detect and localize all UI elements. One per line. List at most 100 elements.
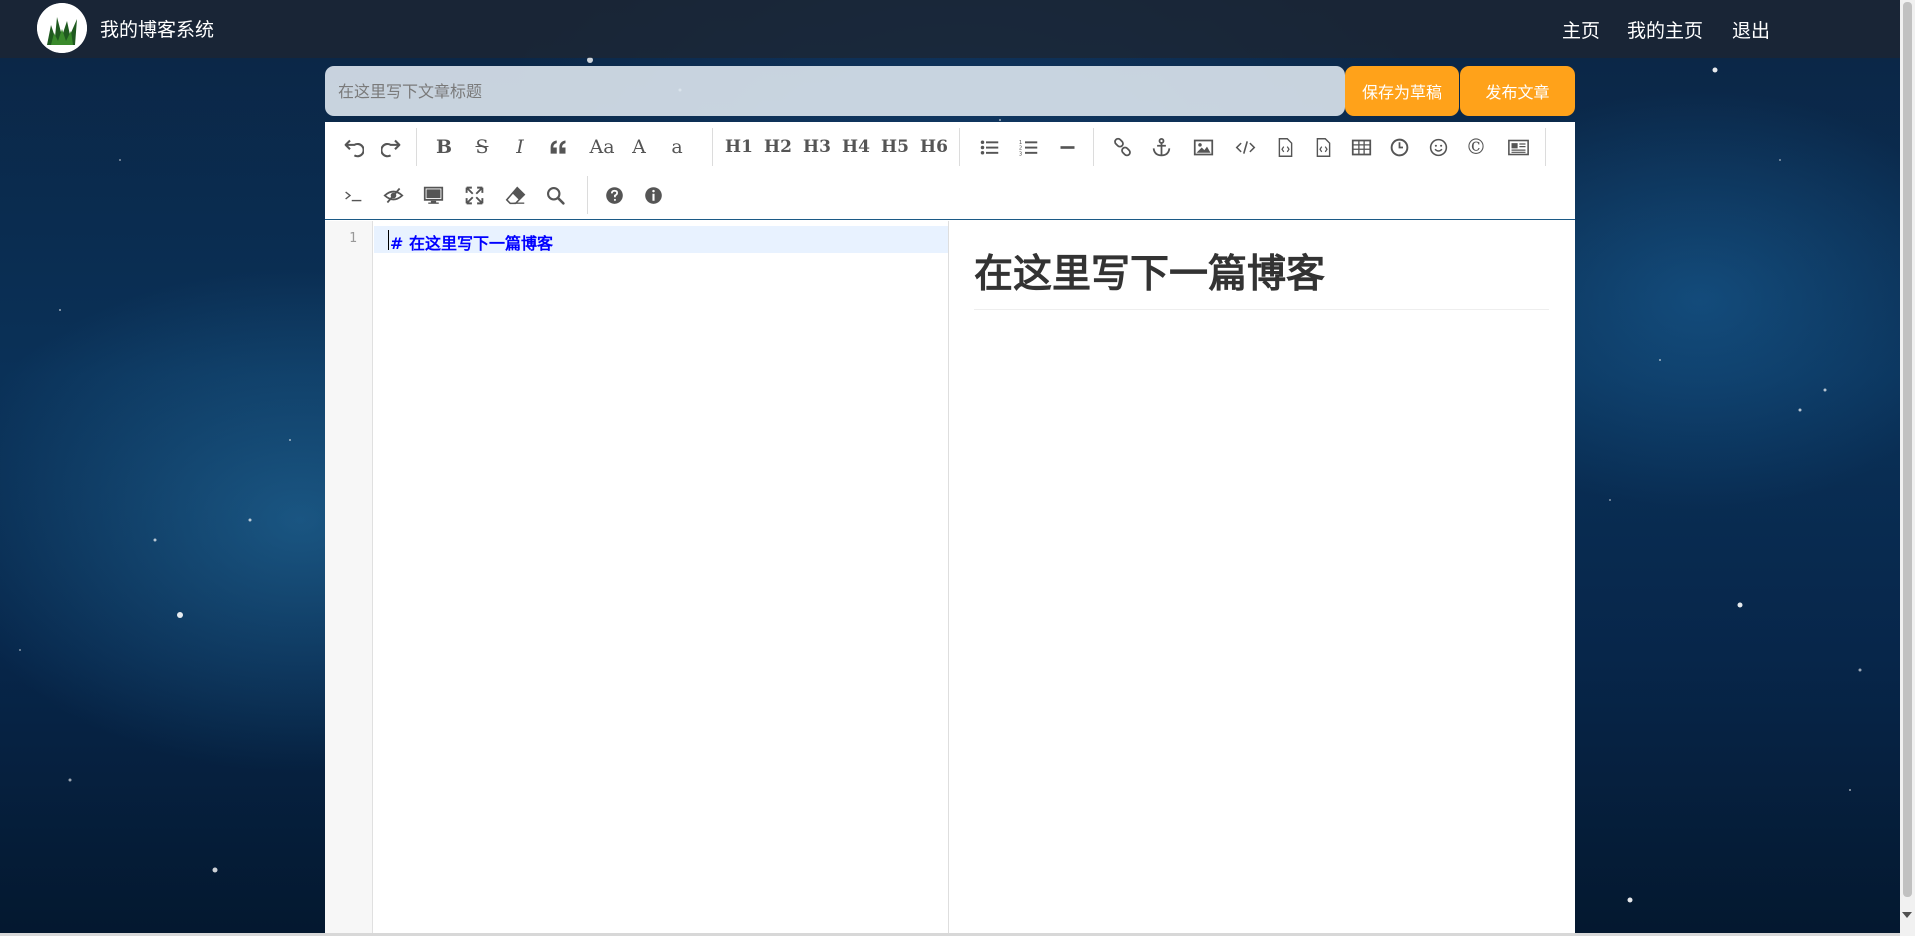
strikethrough-button[interactable]: S — [466, 131, 498, 163]
lowercase-button[interactable]: a — [661, 131, 693, 163]
info-button[interactable] — [637, 179, 669, 211]
h2-button[interactable]: H2 — [762, 131, 794, 163]
h3-button[interactable]: H3 — [801, 131, 833, 163]
h5-button[interactable]: H5 — [879, 131, 911, 163]
search-button[interactable] — [539, 179, 571, 211]
image-icon — [1193, 139, 1213, 155]
link-button[interactable] — [1106, 131, 1138, 163]
lowercase-icon: a — [671, 136, 683, 158]
help-icon — [605, 186, 623, 204]
goto-line-icon — [344, 190, 361, 201]
brand-title: 我的博客系统 — [100, 19, 215, 41]
italic-icon: I — [516, 136, 524, 158]
ucwords-icon: A — [632, 136, 646, 158]
quote-button[interactable] — [542, 131, 574, 163]
nav-link-home[interactable]: 主页 — [1562, 16, 1600, 43]
table-icon — [1351, 139, 1371, 155]
datetime-icon — [1390, 138, 1408, 156]
preformatted-text-button[interactable] — [1307, 131, 1339, 163]
toolbar-divider — [587, 176, 588, 214]
toggle-preview-icon — [382, 187, 404, 203]
italic-button[interactable]: I — [504, 131, 536, 163]
publish-button[interactable]: 发布文章 — [1460, 66, 1575, 116]
info-icon — [644, 186, 662, 204]
toggle-preview-button[interactable] — [377, 179, 409, 211]
table-button[interactable] — [1345, 131, 1377, 163]
toolbar-divider — [1545, 128, 1546, 166]
markdown-editor: B S I Aa A a H1 H2 H3 H4 H5 H6 123 © 1 #… — [325, 122, 1575, 936]
ucwords-button[interactable]: A — [623, 131, 655, 163]
line-number-gutter: 1 — [325, 221, 373, 936]
code-line: # 在这里写下一篇博客 — [390, 234, 553, 253]
vertical-scrollbar[interactable] — [1900, 0, 1915, 936]
scroll-down-arrow-icon[interactable] — [1902, 912, 1912, 918]
anchor-icon — [1152, 137, 1170, 156]
text-cursor — [388, 230, 389, 250]
markdown-preview-pane: 在这里写下一篇博客 — [950, 221, 1575, 936]
pagebreak-icon — [1507, 139, 1529, 155]
unordered-list-button[interactable] — [973, 131, 1005, 163]
h4-button[interactable]: H4 — [840, 131, 872, 163]
link-icon — [1113, 137, 1131, 156]
article-title-input[interactable] — [325, 66, 1345, 116]
code-block-icon — [1278, 137, 1292, 157]
site-logo[interactable] — [37, 3, 87, 53]
h4-icon: H4 — [842, 137, 870, 157]
svg-text:3: 3 — [1018, 151, 1021, 157]
image-button[interactable] — [1187, 131, 1219, 163]
h6-button[interactable]: H6 — [918, 131, 950, 163]
redo-icon — [380, 139, 400, 157]
emoji-icon — [1429, 138, 1447, 156]
h5-icon: H5 — [881, 137, 909, 157]
help-button[interactable] — [598, 179, 630, 211]
goto-line-button[interactable] — [337, 179, 369, 211]
save-draft-button[interactable]: 保存为草稿 — [1345, 66, 1459, 116]
top-navbar: 我的博客系统 主页 我的主页 退出 — [0, 0, 1915, 58]
h1-button[interactable]: H1 — [723, 131, 755, 163]
ordered-list-button[interactable]: 123 — [1012, 131, 1044, 163]
unordered-list-icon — [980, 140, 998, 154]
strikethrough-icon: S — [475, 136, 489, 158]
code-block-button[interactable] — [1269, 131, 1301, 163]
clear-button[interactable] — [499, 179, 531, 211]
h2-icon: H2 — [764, 137, 792, 157]
html-entities-button[interactable]: © — [1460, 131, 1492, 163]
pagebreak-button[interactable] — [1502, 131, 1534, 163]
toolbar-divider — [416, 128, 417, 166]
uppercase-icon: Aa — [589, 136, 615, 158]
html-entities-icon: © — [1465, 135, 1487, 159]
bold-button[interactable]: B — [428, 131, 460, 163]
eraser-icon — [505, 185, 525, 204]
bold-icon: B — [435, 136, 453, 158]
uppercase-button[interactable]: Aa — [583, 131, 621, 163]
monitor-icon — [423, 186, 443, 204]
horizontal-rule-icon — [1060, 145, 1074, 149]
markdown-code-area[interactable]: # 在这里写下一篇博客 — [374, 221, 949, 936]
editor-toolbar: B S I Aa A a H1 H2 H3 H4 H5 H6 123 © — [325, 122, 1575, 220]
nav-link-logout[interactable]: 退出 — [1732, 16, 1770, 43]
inline-code-button[interactable] — [1229, 131, 1261, 163]
h1-icon: H1 — [725, 137, 753, 157]
ordered-list-icon: 123 — [1018, 140, 1037, 157]
toolbar-divider — [712, 128, 713, 166]
undo-icon — [344, 139, 364, 157]
emoji-button[interactable] — [1422, 131, 1454, 163]
redo-button[interactable] — [375, 131, 407, 163]
datetime-button[interactable] — [1383, 131, 1415, 163]
undo-button[interactable] — [337, 131, 369, 163]
inline-code-icon — [1235, 140, 1255, 154]
fullscreen-button[interactable] — [458, 179, 490, 211]
anchor-button[interactable] — [1145, 131, 1177, 163]
h6-icon: H6 — [920, 137, 948, 157]
quote-icon — [550, 140, 565, 154]
preview-heading: 在这里写下一篇博客 — [974, 243, 1549, 310]
toolbar-divider — [959, 128, 960, 166]
horizontal-rule-button[interactable] — [1051, 131, 1083, 163]
search-icon — [546, 186, 565, 205]
fullscreen-icon — [465, 186, 483, 204]
watch-button[interactable] — [417, 179, 449, 211]
line-number: 1 — [349, 231, 357, 246]
scrollbar-thumb[interactable] — [1903, 2, 1912, 897]
nav-link-my-home[interactable]: 我的主页 — [1627, 16, 1703, 43]
grass-logo-icon — [37, 3, 87, 53]
